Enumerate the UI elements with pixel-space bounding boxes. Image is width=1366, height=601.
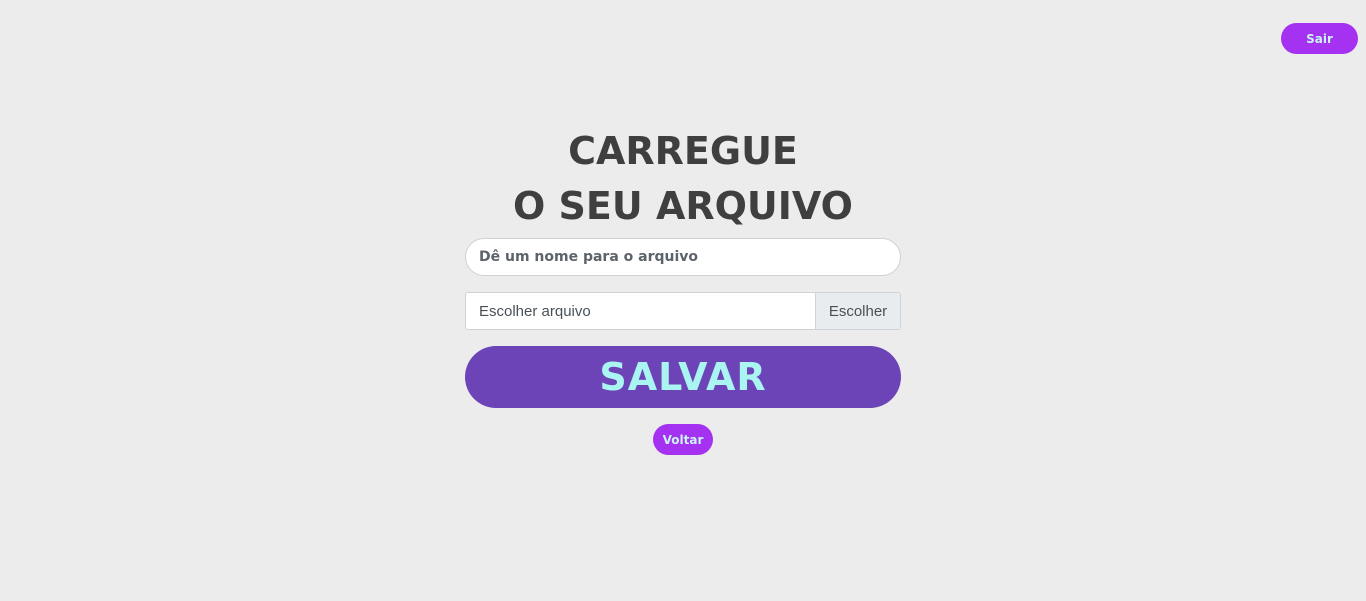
file-picker-label[interactable]: Escolher arquivo	[466, 293, 815, 329]
file-name-input[interactable]	[465, 238, 901, 276]
file-browse-button[interactable]: Escolher	[815, 293, 900, 329]
back-button[interactable]: Voltar	[653, 424, 713, 455]
save-button[interactable]: SALVAR	[465, 346, 901, 408]
file-picker[interactable]: Escolher arquivo Escolher	[465, 292, 901, 330]
page-title-line-2: O SEU ARQUIVO	[513, 184, 853, 228]
page-title: CARREGUE O SEU ARQUIVO	[433, 124, 933, 234]
upload-page: Sair CARREGUE O SEU ARQUIVO Escolher arq…	[0, 0, 1366, 601]
page-title-line-1: CARREGUE	[568, 129, 798, 173]
logout-button[interactable]: Sair	[1281, 23, 1358, 54]
